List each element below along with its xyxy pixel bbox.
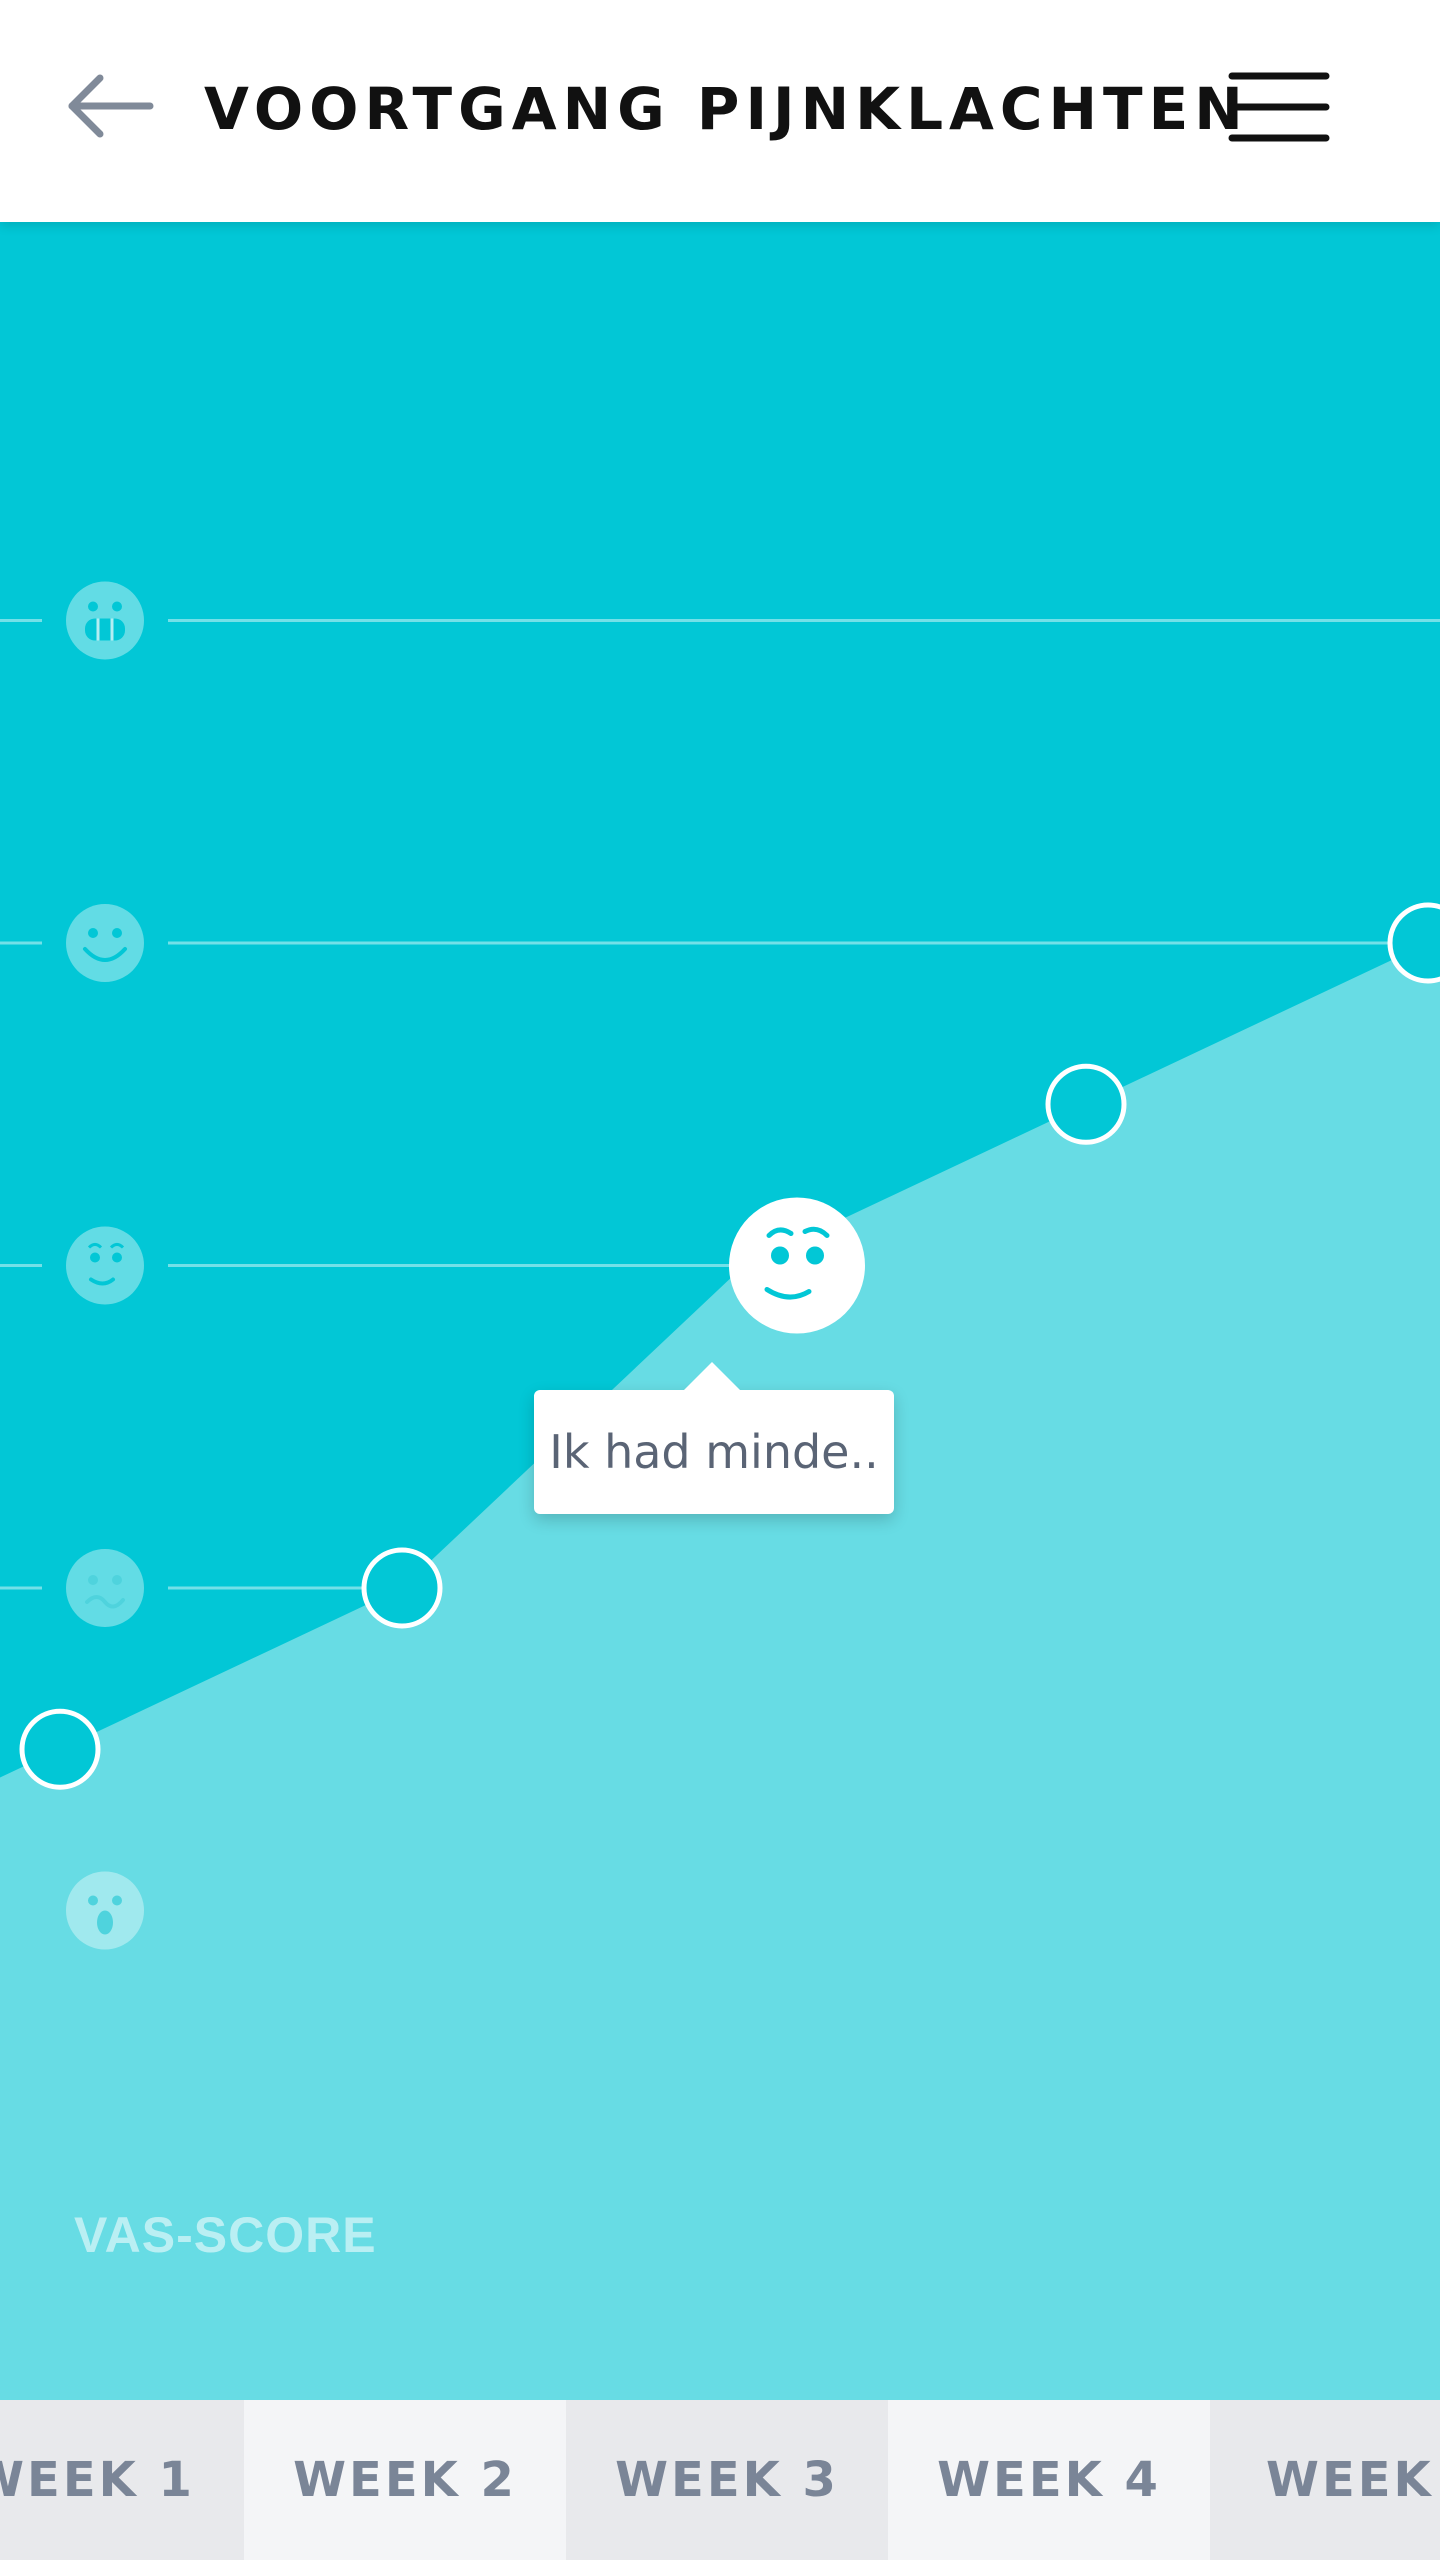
page-title: VOORTGANG PIJNKLACHTEN (204, 75, 1249, 143)
app-header: VOORTGANG PIJNKLACHTEN (0, 0, 1440, 222)
chart-canvas (0, 581, 1440, 2400)
sad-face-icon (66, 1549, 144, 1627)
progress-chart (0, 222, 1440, 2400)
tooltip-text: Ik had minde.. (549, 1425, 879, 1479)
tab-week-3[interactable]: WEEK 3 (566, 2400, 888, 2560)
data-point[interactable] (1045, 1063, 1127, 1145)
hamburger-menu-icon (1228, 72, 1330, 142)
data-point[interactable] (361, 1547, 443, 1629)
week-tab-label: WEEK 5 (1266, 2452, 1440, 2508)
data-point-tooltip: Ik had minde.. (534, 1362, 894, 1514)
tab-week-4[interactable]: WEEK 4 (888, 2400, 1210, 2560)
week-tab-label: WEEK 1 (0, 2452, 195, 2508)
uneasy-face-icon (66, 1226, 144, 1305)
data-point[interactable] (1387, 902, 1440, 984)
tab-week-5[interactable]: WEEK 5 (1210, 2400, 1440, 2560)
axis-label-vas-score: VAS-SCORE (74, 2207, 377, 2263)
chart-area-fill (0, 943, 1440, 2400)
tab-week-2[interactable]: WEEK 2 (244, 2400, 566, 2560)
data-point-selected[interactable] (729, 1197, 865, 1334)
week-tab-label: WEEK 4 (937, 2452, 1161, 2508)
week-tab-label: WEEK 2 (293, 2452, 517, 2508)
week-tabs: WEEK 1 WEEK 2 WEEK 3 WEEK 4 WEEK 5 (0, 2400, 1440, 2560)
back-button[interactable] (60, 60, 160, 160)
smiling-face-icon (66, 904, 144, 982)
tab-week-1[interactable]: WEEK 1 (0, 2400, 244, 2560)
week-tab-label: WEEK 3 (615, 2452, 839, 2508)
menu-button[interactable] (1220, 62, 1340, 152)
arrow-left-icon (68, 74, 154, 138)
crying-face-icon (66, 1871, 144, 1950)
grinning-face-icon (66, 581, 144, 660)
data-point[interactable] (19, 1708, 101, 1790)
